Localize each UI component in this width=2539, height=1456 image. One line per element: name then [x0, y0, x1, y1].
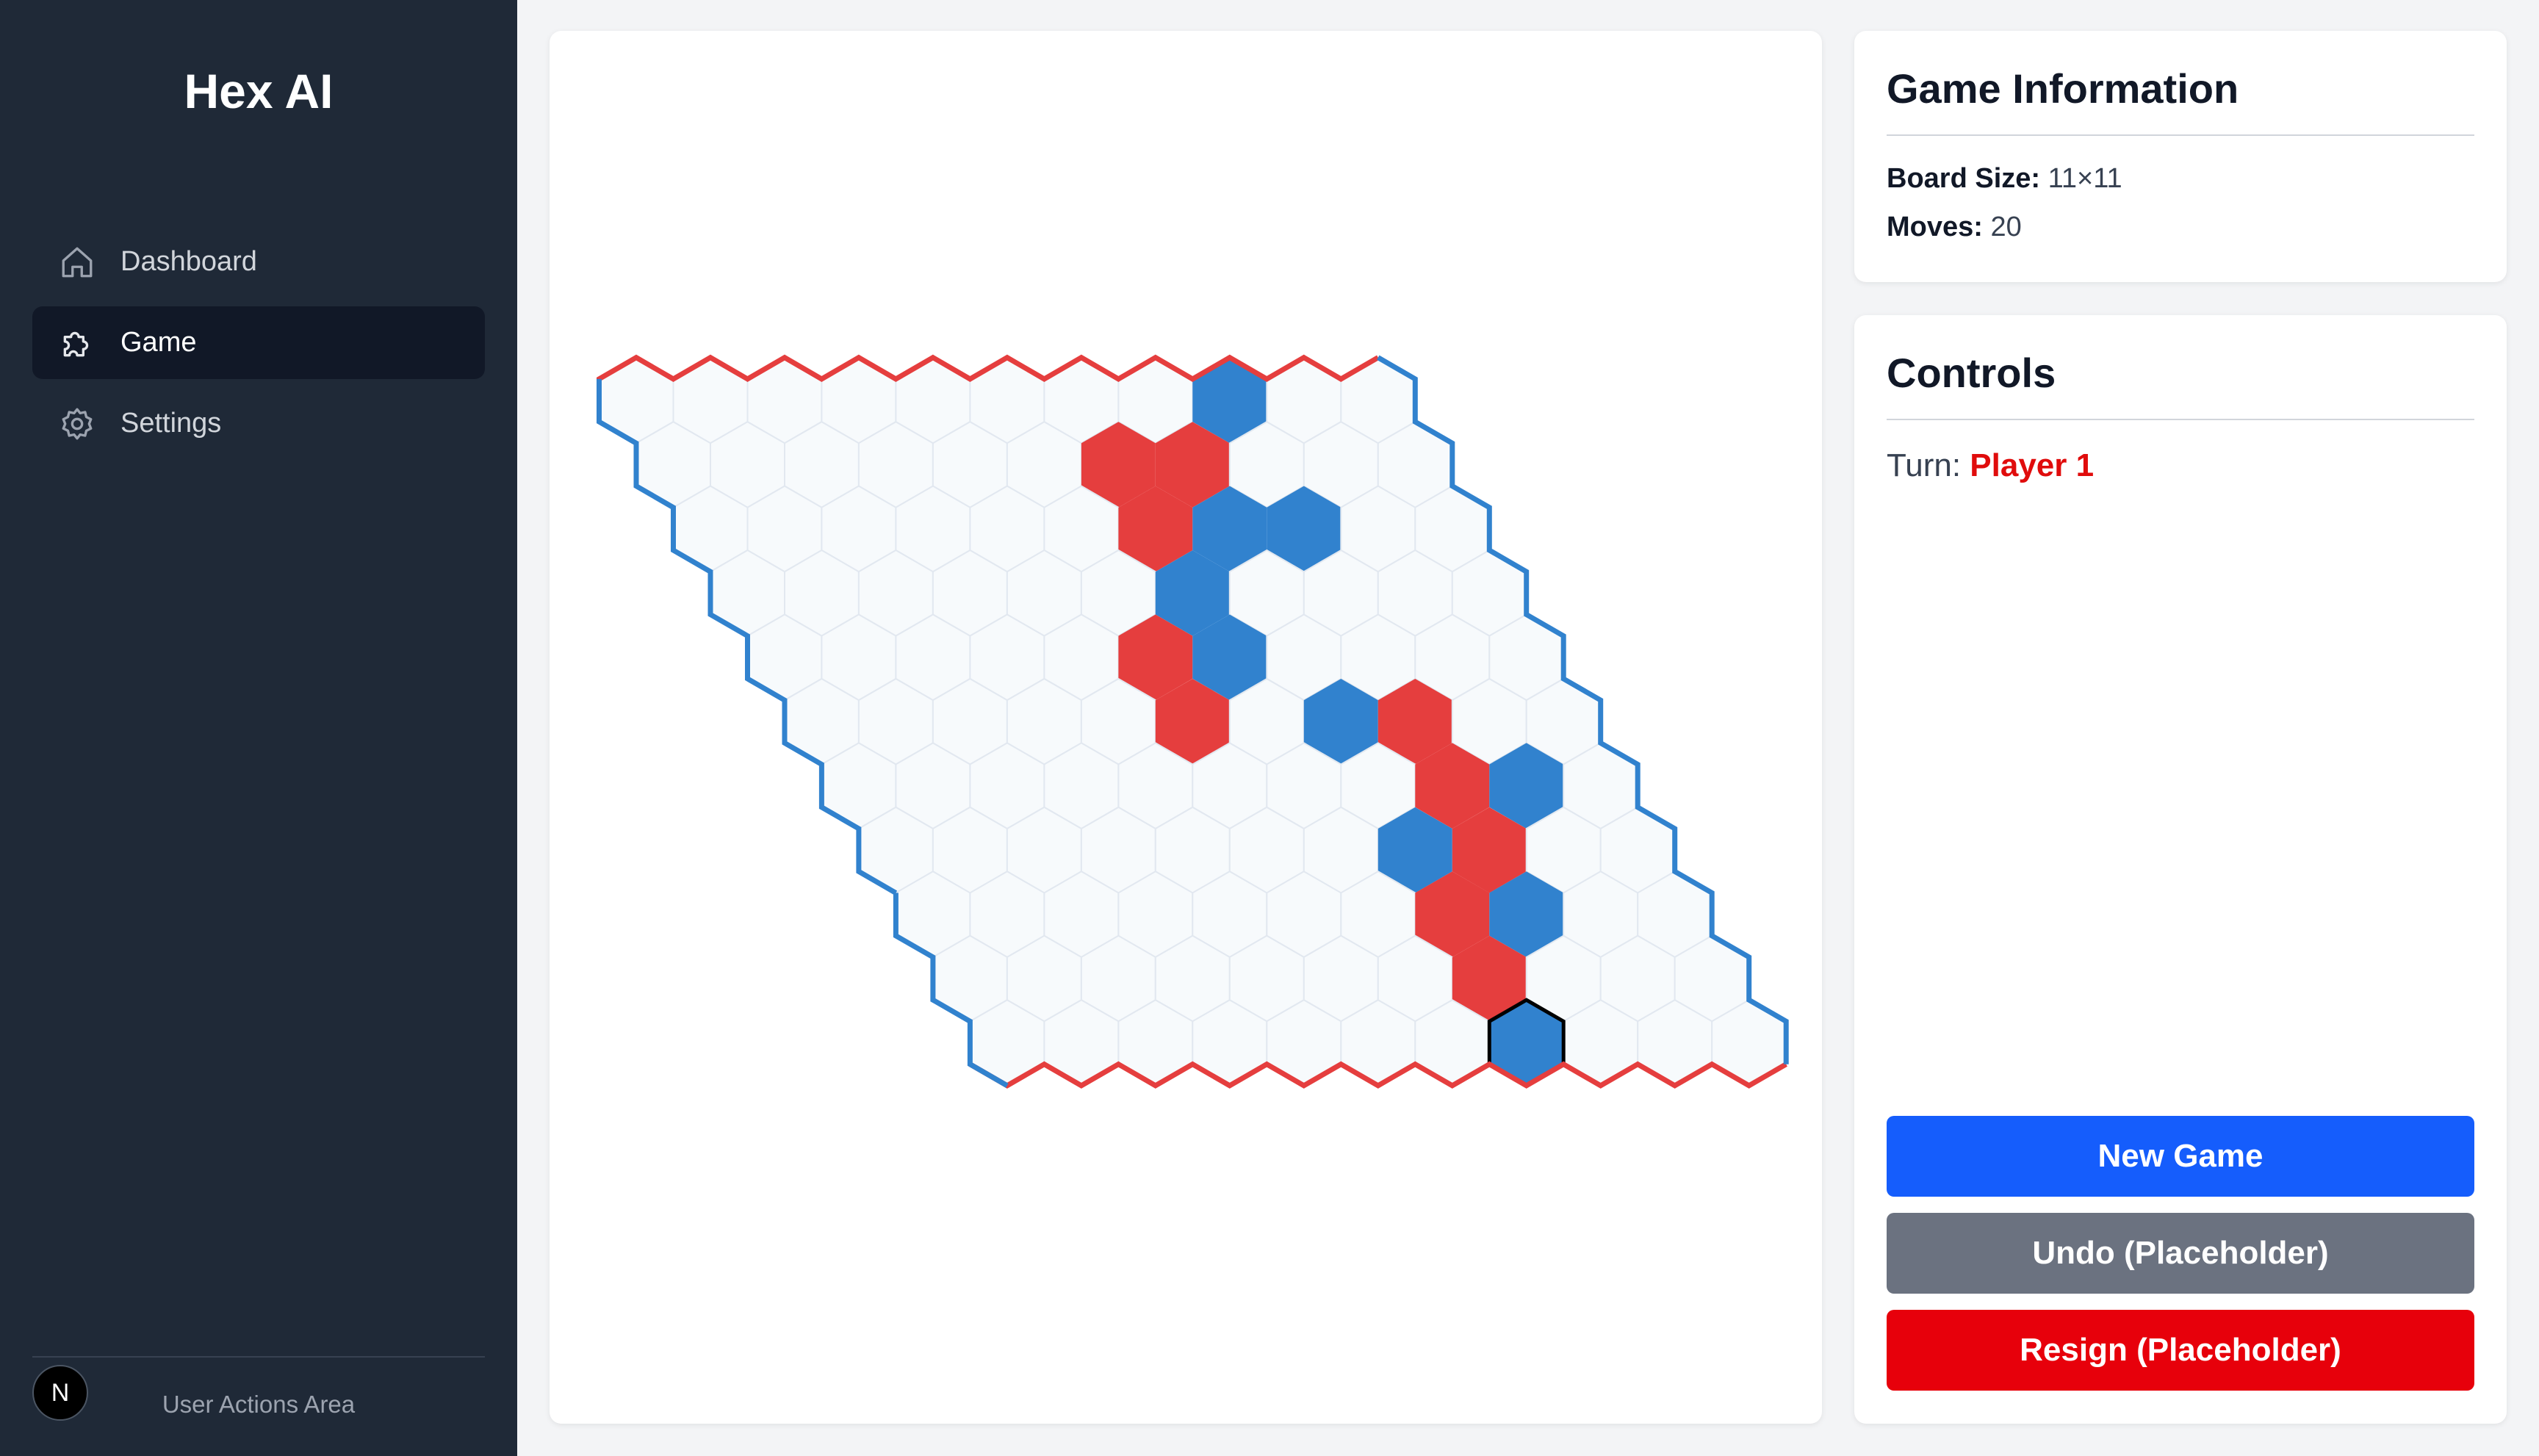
sidebar-item-label: Game	[120, 327, 197, 358]
avatar[interactable]: N	[32, 1365, 88, 1421]
resign-button[interactable]: Resign (Placeholder)	[1887, 1310, 2474, 1391]
undo-button[interactable]: Undo (Placeholder)	[1887, 1213, 2474, 1294]
sidebar-item-dashboard[interactable]: Dashboard	[32, 226, 485, 298]
user-actions-area: User Actions Area	[162, 1391, 356, 1418]
new-game-button[interactable]: New Game	[1887, 1116, 2474, 1197]
sidebar-divider	[32, 1356, 485, 1358]
app-title: Hex AI	[184, 64, 334, 118]
moves-value: 20	[1990, 212, 2022, 242]
sidebar-nav: Dashboard Game Settings	[32, 226, 485, 468]
sidebar-item-label: Settings	[120, 408, 222, 439]
divider	[1887, 419, 2474, 420]
home-icon	[59, 244, 96, 281]
game-info-heading: Game Information	[1887, 65, 2239, 112]
board-size-value: 11×11	[2048, 163, 2122, 194]
moves-info: Moves: 20	[1887, 212, 2022, 243]
sidebar-item-game[interactable]: Game	[32, 306, 485, 379]
moves-label: Moves:	[1887, 212, 1983, 242]
board-size-label: Board Size:	[1887, 163, 2041, 194]
sidebar: Hex AI Dashboard Game Settings N User Ac…	[0, 0, 517, 1456]
divider	[1887, 134, 2474, 136]
hex-board[interactable]	[550, 31, 1822, 1424]
turn-label: Turn:	[1887, 447, 1962, 483]
board-panel	[550, 31, 1822, 1424]
controls-heading: Controls	[1887, 350, 2056, 396]
current-player: Player 1	[1970, 447, 2095, 483]
sidebar-item-label: Dashboard	[120, 246, 257, 277]
sidebar-item-settings[interactable]: Settings	[32, 387, 485, 460]
controls-panel: Controls Turn: Player 1 New Game Undo (P…	[1854, 315, 2507, 1424]
gear-icon	[59, 406, 96, 442]
turn-indicator: Turn: Player 1	[1887, 447, 2094, 484]
game-info-panel: Game Information Board Size: 11×11 Moves…	[1854, 31, 2507, 282]
board-size-info: Board Size: 11×11	[1887, 163, 2122, 195]
puzzle-icon	[59, 325, 96, 361]
